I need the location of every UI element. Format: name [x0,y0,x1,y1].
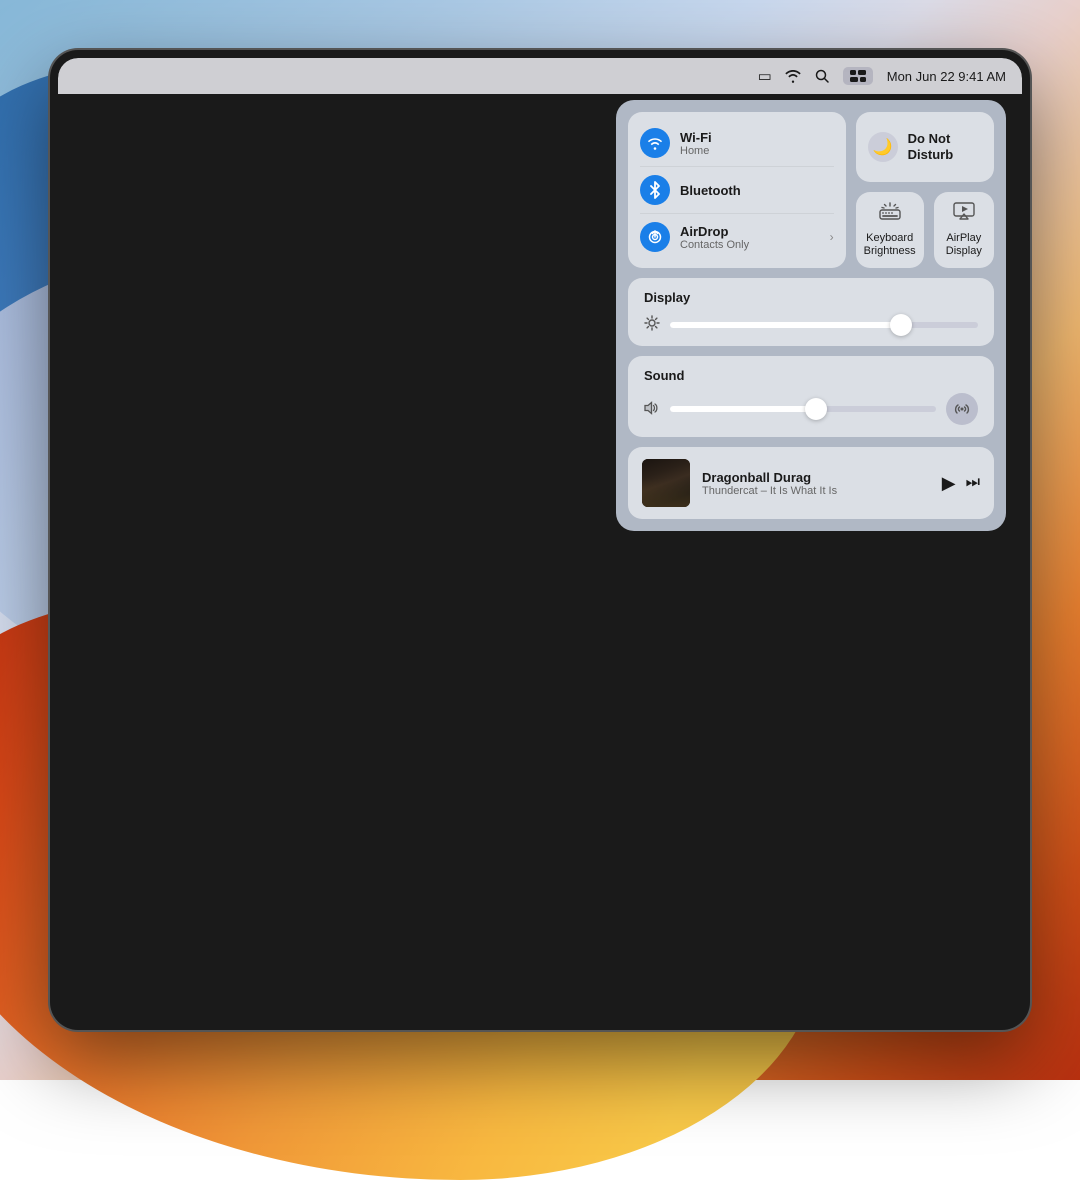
now-playing-section: Dragonball Durag Thundercat – It Is What… [628,447,994,519]
wifi-subtitle: Home [680,145,712,157]
control-center-button[interactable] [843,67,873,85]
battery-icon: ▭ [758,67,771,85]
device-frame: ▭ [50,50,1030,1030]
playback-controls: ▶ ⏭ [942,473,980,494]
control-center-panel: Wi-Fi Home Bluetooth [616,100,1006,531]
airplay-display-tile[interactable]: AirPlayDisplay [934,192,994,268]
display-section: Display [628,278,994,346]
bluetooth-toggle[interactable]: Bluetooth [640,167,834,214]
display-slider-row [644,315,978,334]
airdrop-arrow: › [830,230,834,244]
right-column: 🌙 Do Not Disturb [856,112,994,268]
dnd-label: Do Not Disturb [908,131,982,162]
airdrop-icon-btn [640,222,670,252]
airplay-display-label: AirPlayDisplay [946,232,982,258]
battery-status: ▭ [758,67,771,85]
control-center-top-row: Wi-Fi Home Bluetooth [628,112,994,268]
airdrop-toggle[interactable]: AirDrop Contacts Only › [640,214,834,260]
sound-slider[interactable] [670,406,936,412]
airdrop-text: AirDrop Contacts Only [680,224,749,251]
menubar-datetime: Mon Jun 22 9:41 AM [887,69,1006,84]
track-info: Dragonball Durag Thundercat – It Is What… [702,470,930,497]
search-icon [815,69,829,83]
sound-volume-icon [644,401,660,418]
sound-row [644,393,978,425]
menubar-wifi [785,69,801,83]
dnd-icon: 🌙 [868,132,898,162]
wifi-toggle[interactable]: Wi-Fi Home [640,120,834,167]
wifi-icon-btn [640,128,670,158]
wifi-text: Wi-Fi Home [680,130,712,157]
connectivity-block: Wi-Fi Home Bluetooth [628,112,846,268]
control-center-icon [849,69,867,83]
display-title: Display [644,290,978,305]
airplay-display-icon [953,202,975,226]
airdrop-name: AirDrop [680,224,749,239]
display-slider[interactable] [670,322,978,328]
track-artist: Thundercat – It Is What It Is [702,485,930,497]
keyboard-brightness-tile[interactable]: KeyboardBrightness [856,192,924,268]
device-screen: ▭ [58,58,1022,1022]
bluetooth-text: Bluetooth [680,183,741,198]
skip-button[interactable]: ⏭ [966,474,980,492]
sound-section: Sound [628,356,994,437]
menubar-search[interactable] [815,69,829,83]
bottom-right-tiles: KeyboardBrightness [856,192,994,268]
menubar: ▭ [58,58,1022,94]
sound-airplay-button[interactable] [946,393,978,425]
airdrop-subtitle: Contacts Only [680,239,749,251]
bluetooth-name: Bluetooth [680,183,741,198]
display-brightness-icon [644,315,660,334]
wifi-name: Wi-Fi [680,130,712,145]
album-art [642,459,690,507]
sound-title: Sound [644,368,978,383]
wifi-icon [785,69,801,83]
dnd-tile[interactable]: 🌙 Do Not Disturb [856,112,994,182]
bluetooth-icon-btn [640,175,670,205]
keyboard-brightness-icon [879,202,901,226]
track-title: Dragonball Durag [702,470,930,485]
keyboard-brightness-label: KeyboardBrightness [864,232,916,258]
play-button[interactable]: ▶ [942,473,956,494]
